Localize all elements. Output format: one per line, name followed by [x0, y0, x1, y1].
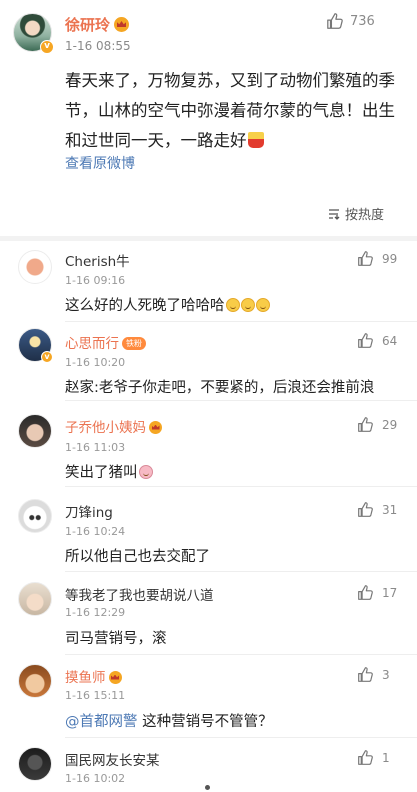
comment-time: 1-16 10:02 — [65, 772, 126, 785]
comment-like-button[interactable]: 1 — [357, 749, 390, 766]
comment-item: 等我老了我也要胡说八道 1-16 12:29 司马营销号，滚 17 — [0, 572, 417, 655]
vip-crown-icon — [114, 17, 130, 32]
fan-badge: 铁粉 — [122, 337, 146, 350]
vip-crown-icon — [108, 671, 122, 684]
comment-like-count: 99 — [382, 251, 398, 266]
commenter-name-text: 摸鱼师 — [65, 670, 106, 686]
commenter-avatar[interactable] — [18, 664, 52, 698]
post-text-content: 春天来了，万物复苏，又到了动物们繁殖的季节，山林的空气中弥漫着荷尔蒙的气息！出生… — [65, 71, 395, 150]
comment-text-content: 笑出了猪叫 — [65, 465, 138, 481]
page-indicator-dot — [205, 785, 210, 790]
comment-like-count: 31 — [382, 502, 398, 517]
comment-text: 这么好的人死晚了哈哈哈 — [65, 294, 270, 315]
commenter-name-text: 子乔他小姨妈 — [65, 420, 146, 436]
smile-emoji-icon — [240, 298, 255, 312]
comment-time: 1-16 11:03 — [65, 441, 126, 454]
commenter-avatar[interactable] — [18, 747, 52, 781]
smile-emoji-icon — [255, 298, 270, 312]
commenter-avatar[interactable] — [18, 582, 52, 616]
commenter-name[interactable]: 刀锋ing — [65, 501, 113, 521]
mention-link[interactable]: @首都网警 — [65, 714, 138, 730]
comment-item: Cherish牛 1-16 09:16 这么好的人死晚了哈哈哈 99 — [0, 241, 417, 322]
comment-like-count: 64 — [382, 333, 398, 348]
commenter-avatar[interactable] — [18, 414, 52, 448]
comment-text-content: 这么好的人死晚了哈哈哈 — [65, 298, 225, 314]
comment-time: 1-16 09:16 — [65, 274, 126, 287]
comment-time: 1-16 12:29 — [65, 606, 126, 619]
verified-badge-icon: v — [40, 40, 54, 54]
comment-item: 国民网友长安某 1-16 10:02 1 — [0, 738, 417, 792]
comment-text: 司马营销号，滚 — [65, 631, 167, 647]
comment-text: 笑出了猪叫 — [65, 461, 153, 482]
comment-item: 子乔他小姨妈 1-16 11:03 笑出了猪叫 29 — [0, 401, 417, 487]
comment-text-content: 这种营销号不管管？ — [137, 714, 273, 730]
commenter-name[interactable]: 等我老了我也要胡说八道 — [65, 584, 214, 604]
commenter-name-text: 心思而行 — [65, 336, 119, 352]
comment-time: 1-16 15:11 — [65, 689, 126, 702]
comment-like-button[interactable]: 31 — [357, 501, 397, 518]
comment-text: 所以他自己也去交配了 — [65, 549, 210, 565]
like-thumb-icon — [358, 417, 373, 432]
post-text: 春天来了，万物复苏，又到了动物们繁殖的季节，山林的空气中弥漫着荷尔蒙的气息！出生… — [65, 66, 410, 156]
pig-emoji-icon — [138, 465, 153, 479]
like-thumb-icon — [358, 333, 373, 348]
vip-crown-icon — [149, 421, 162, 434]
post-like-button[interactable]: 736 — [326, 12, 375, 30]
like-thumb-icon — [327, 13, 343, 29]
comment-like-button[interactable]: 3 — [357, 666, 390, 683]
sort-icon — [329, 208, 340, 220]
commenter-name[interactable]: 子乔他小姨妈 — [65, 416, 162, 436]
author-name-text: 徐研玲 — [65, 16, 111, 34]
like-thumb-icon — [358, 750, 373, 765]
commenter-name[interactable]: 心思而行 铁粉 — [65, 332, 146, 352]
comment-time: 1-16 10:20 — [65, 356, 126, 369]
comment-like-button[interactable]: 64 — [357, 332, 397, 349]
comment-like-button[interactable]: 17 — [357, 584, 397, 601]
comment-item: 刀锋ing 1-16 10:24 所以他自己也去交配了 31 — [0, 487, 417, 572]
comment-item: 摸鱼师 1-16 15:11 @首都网警 这种营销号不管管？ 3 — [0, 655, 417, 738]
commenter-avatar[interactable] — [18, 499, 52, 533]
commenter-name[interactable]: 国民网友长安某 — [65, 749, 160, 769]
post-time: 1-16 08:55 — [65, 39, 131, 53]
comment-like-count: 3 — [382, 667, 390, 682]
verified-badge-icon: v — [41, 351, 53, 363]
like-thumb-icon — [358, 585, 373, 600]
commenter-name[interactable]: Cherish牛 — [65, 250, 130, 270]
sort-button[interactable]: 按热度 — [327, 204, 384, 223]
post-like-count: 736 — [350, 13, 375, 29]
sort-label: 按热度 — [345, 208, 385, 223]
comment-like-count: 17 — [382, 585, 398, 600]
comment-text: @首都网警 这种营销号不管管？ — [65, 710, 273, 731]
comment-time: 1-16 10:24 — [65, 525, 126, 538]
like-thumb-icon — [358, 667, 373, 682]
comment-like-count: 29 — [382, 417, 398, 432]
like-thumb-icon — [358, 502, 373, 517]
commenter-name[interactable]: 摸鱼师 — [65, 666, 122, 686]
author-name[interactable]: 徐研玲 — [65, 14, 130, 35]
comment-like-button[interactable]: 29 — [357, 416, 397, 433]
comment-like-button[interactable]: 99 — [357, 250, 397, 267]
comment-like-count: 1 — [382, 750, 390, 765]
like-thumb-icon — [358, 251, 373, 266]
view-original-link[interactable]: 查看原微博 — [65, 153, 135, 173]
fries-emoji-icon — [247, 132, 264, 148]
smile-emoji-icon — [225, 298, 240, 312]
commenter-avatar[interactable] — [18, 250, 52, 284]
main-post: v 徐研玲 1-16 08:55 736 春天来了，万物复苏，又到了动物们繁殖的… — [0, 0, 417, 236]
comment-item: v 心思而行 铁粉 1-16 10:20 赵家:老爷子你走吧，不要紧的，后浪还会推… — [0, 322, 417, 401]
comment-text: 赵家:老爷子你走吧，不要紧的，后浪还会推前浪 — [65, 380, 375, 396]
